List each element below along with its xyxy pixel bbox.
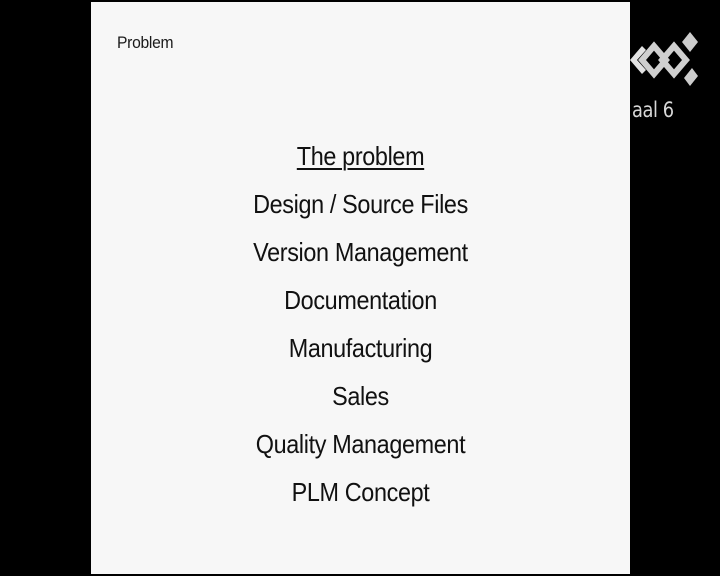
channel-label: aal 6 <box>632 98 674 122</box>
slide-bullet-list: The problem Design / Source Files Versio… <box>91 132 630 516</box>
slide-title: Problem <box>117 33 174 52</box>
slide-item: Design / Source Files <box>253 189 468 219</box>
slide-item: Documentation <box>284 285 437 315</box>
slide-item: Version Management <box>253 237 468 267</box>
slide-item: PLM Concept <box>291 477 430 507</box>
channel-logo-icon <box>630 32 698 86</box>
slide-item: Sales <box>332 381 389 411</box>
presentation-slide: Problem The problem Design / Source File… <box>91 2 630 574</box>
video-frame: Problem The problem Design / Source File… <box>0 0 720 576</box>
slide-item: Manufacturing <box>288 333 433 363</box>
slide-item-heading: The problem <box>296 141 425 171</box>
slide-item: Quality Management <box>255 429 466 459</box>
